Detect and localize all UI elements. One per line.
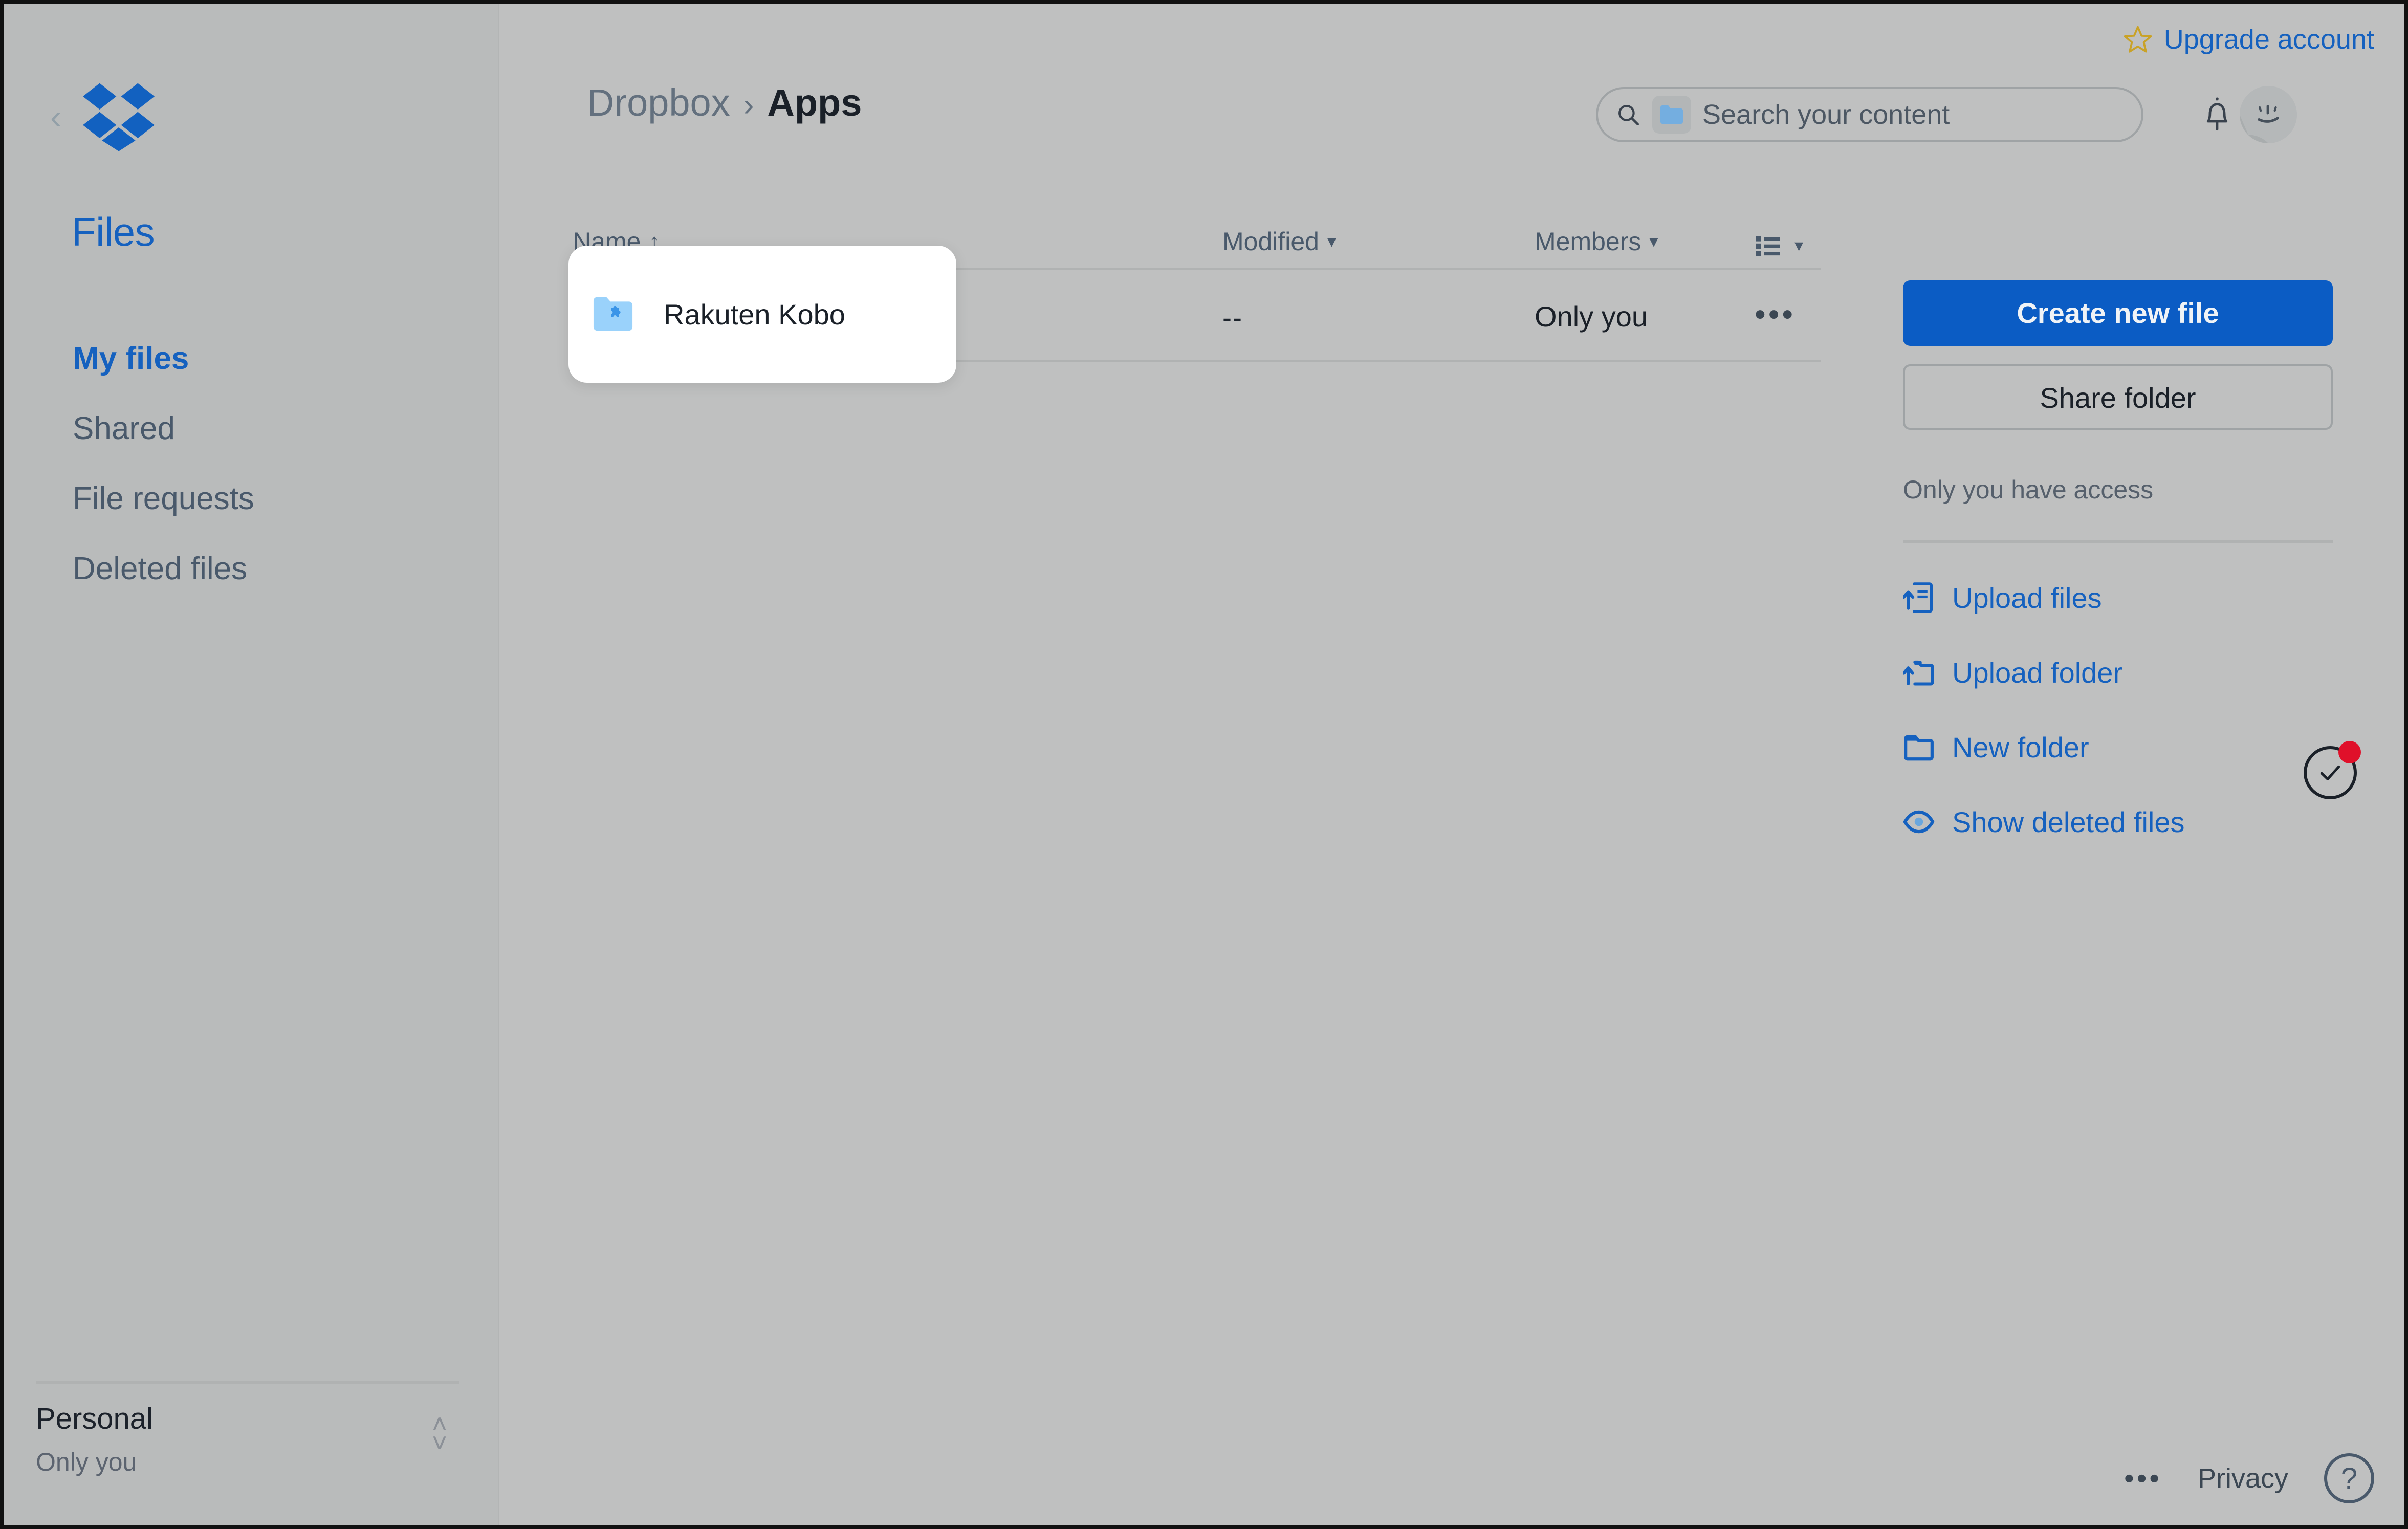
privacy-link[interactable]: Privacy — [2198, 1462, 2288, 1494]
dropbox-logo-icon[interactable] — [80, 81, 158, 152]
share-folder-button[interactable]: Share folder — [1903, 364, 2333, 430]
new-folder-icon — [1904, 735, 1934, 761]
account-subtitle: Only you — [36, 1448, 137, 1476]
breadcrumb: Dropbox › Apps — [587, 81, 862, 124]
sidebar-brand-row: ‹ — [45, 81, 158, 152]
table-row[interactable]: Rakuten Kobo -- Only you ••• — [568, 246, 1821, 383]
search-icon — [1618, 105, 1639, 126]
star-icon — [2124, 26, 2152, 53]
main-content: Upgrade account Dropbox › Apps Search yo… — [501, 4, 2404, 1525]
chevron-left-icon[interactable]: ‹ — [45, 100, 67, 134]
row-overflow-menu-button[interactable]: ••• — [1755, 299, 1796, 331]
sidebar-item-file-requests[interactable]: File requests — [73, 482, 462, 516]
dropbox-app-window: ‹ Files My files Shared File requests De… — [0, 0, 2408, 1529]
row-name-label: Rakuten Kobo — [664, 298, 845, 331]
eye-icon — [1903, 810, 1935, 834]
search-scope-chip[interactable] — [1652, 96, 1691, 134]
access-note: Only you have access — [1903, 475, 2154, 504]
row-modified-cell: -- — [1222, 302, 1243, 333]
sync-status-badge[interactable] — [2304, 741, 2361, 799]
footer: ••• Privacy ? — [2124, 1453, 2374, 1503]
app-folder-icon — [593, 297, 633, 331]
sidebar-item-deleted-files[interactable]: Deleted files — [73, 552, 462, 586]
avatar-face-icon — [2240, 86, 2297, 143]
upgrade-account-label: Upgrade account — [2163, 24, 2374, 55]
check-icon — [2320, 765, 2340, 780]
search-input[interactable] — [1702, 99, 2124, 130]
column-header-modified[interactable]: Modified ▾ — [1222, 227, 1336, 256]
sidebar-divider — [36, 1381, 459, 1384]
folder-icon — [1660, 105, 1683, 124]
quick-actions: Upload files Upload folder New folder Sh… — [1903, 574, 2333, 846]
help-button[interactable]: ? — [2324, 1453, 2374, 1503]
row-name-cell[interactable]: Rakuten Kobo — [592, 296, 845, 333]
upload-files-link[interactable]: Upload files — [1903, 574, 2333, 622]
new-folder-label: New folder — [1952, 731, 2089, 763]
column-header-modified-label: Modified — [1222, 227, 1319, 256]
search-bar[interactable] — [1596, 87, 2143, 142]
upgrade-account-link[interactable]: Upgrade account — [2123, 24, 2374, 55]
sidebar-item-my-files[interactable]: My files — [73, 341, 462, 376]
sidebar: ‹ Files My files Shared File requests De… — [4, 4, 499, 1525]
sidebar-right-border — [498, 4, 499, 1525]
row-members-cell: Only you — [1535, 300, 1648, 333]
breadcrumb-current: Apps — [767, 81, 862, 124]
column-header-members-label: Members — [1535, 227, 1641, 256]
notification-dot — [2338, 741, 2361, 763]
show-deleted-files-label: Show deleted files — [1952, 805, 2185, 838]
show-deleted-files-link[interactable]: Show deleted files — [1903, 798, 2333, 846]
sidebar-section-title: Files — [72, 209, 155, 254]
breadcrumb-root[interactable]: Dropbox — [587, 81, 730, 124]
account-switcher[interactable]: Personal Only you ˄ ˅ — [36, 1397, 459, 1494]
chevron-down-icon: ▾ — [1327, 232, 1337, 251]
panel-divider — [1903, 540, 2333, 543]
avatar[interactable] — [2240, 86, 2297, 143]
account-name: Personal — [36, 1402, 153, 1435]
chevron-down-icon: ▾ — [1794, 236, 1804, 255]
chevron-down-icon: ▾ — [1649, 232, 1658, 251]
right-action-panel: Create new file Share folder Only you ha… — [1903, 280, 2333, 872]
footer-more-button[interactable]: ••• — [2124, 1464, 2162, 1493]
account-switcher-caret-icon: ˄ ˅ — [427, 1411, 452, 1459]
upload-files-label: Upload files — [1952, 581, 2102, 614]
breadcrumb-separator-icon: › — [743, 88, 754, 123]
notifications-button[interactable] — [2190, 87, 2245, 142]
caret-down-icon: ˅ — [431, 1429, 448, 1459]
sidebar-item-shared[interactable]: Shared — [73, 411, 462, 446]
upload-folder-label: Upload folder — [1952, 656, 2123, 689]
create-new-file-button[interactable]: Create new file — [1903, 280, 2333, 346]
upload-folder-link[interactable]: Upload folder — [1903, 648, 2333, 696]
bell-icon — [2206, 97, 2228, 131]
sidebar-nav: My files Shared File requests Deleted fi… — [73, 341, 462, 622]
new-folder-link[interactable]: New folder — [1903, 723, 2333, 771]
column-header-members[interactable]: Members ▾ — [1535, 227, 1658, 256]
file-table: Name ↑ Modified ▾ Members ▾ ▾ Rakuten Ko… — [568, 209, 1821, 383]
list-view-icon — [1756, 236, 1780, 256]
upload-file-icon — [1903, 582, 1933, 613]
upload-folder-icon — [1903, 660, 1934, 686]
view-toggle-button[interactable]: ▾ — [1755, 231, 1803, 260]
